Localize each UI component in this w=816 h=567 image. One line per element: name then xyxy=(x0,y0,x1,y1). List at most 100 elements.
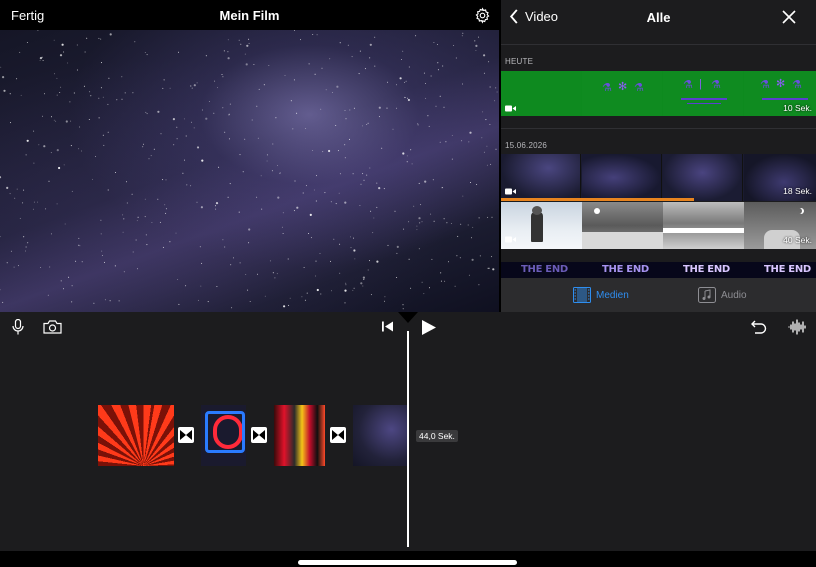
undo-icon[interactable] xyxy=(751,319,767,335)
star xyxy=(227,39,229,41)
star xyxy=(276,273,278,275)
star xyxy=(349,138,350,140)
star xyxy=(172,118,175,121)
tab-media[interactable]: Medien xyxy=(573,287,629,303)
video-preview[interactable] xyxy=(0,30,499,312)
star xyxy=(366,124,368,125)
person-figure xyxy=(531,212,543,242)
star xyxy=(489,86,491,88)
star xyxy=(331,290,332,292)
star xyxy=(23,189,25,191)
gear-icon[interactable] xyxy=(474,7,491,24)
timeline-clip-red-lights[interactable] xyxy=(98,405,174,466)
star xyxy=(284,75,286,76)
star xyxy=(362,125,363,127)
star xyxy=(257,137,259,139)
star xyxy=(396,245,399,248)
star xyxy=(185,285,187,287)
star xyxy=(248,38,250,40)
star xyxy=(312,34,314,35)
star xyxy=(442,65,444,67)
playhead-line[interactable] xyxy=(407,331,409,547)
star xyxy=(244,53,246,55)
star xyxy=(162,179,164,181)
star xyxy=(238,39,240,41)
star xyxy=(33,201,35,203)
audio-waveform-icon[interactable] xyxy=(788,319,806,335)
star xyxy=(492,268,495,271)
home-indicator[interactable] xyxy=(298,560,517,565)
play-icon[interactable] xyxy=(422,320,436,335)
star xyxy=(328,149,331,153)
star xyxy=(378,187,381,190)
star xyxy=(14,197,16,199)
flask-icon: ⚗ xyxy=(792,79,802,91)
clip-the-end[interactable]: THE END THE END THE END THE END xyxy=(501,262,816,278)
star xyxy=(116,99,118,101)
star xyxy=(369,43,372,46)
moon-shape xyxy=(796,208,802,214)
camera-icon[interactable] xyxy=(43,320,62,334)
timeline-clip-city-signs[interactable] xyxy=(274,405,325,466)
transition-button[interactable] xyxy=(330,427,346,443)
star xyxy=(485,119,487,121)
skip-to-start-icon[interactable] xyxy=(382,321,393,332)
transition-button[interactable] xyxy=(251,427,267,443)
star xyxy=(104,261,105,263)
star xyxy=(197,299,199,301)
star xyxy=(344,144,346,146)
star xyxy=(345,282,347,284)
star xyxy=(461,140,463,142)
star xyxy=(366,174,368,176)
star xyxy=(296,206,299,209)
star xyxy=(76,69,78,71)
star xyxy=(443,218,445,220)
video-camera-icon xyxy=(505,105,516,112)
close-icon[interactable] xyxy=(782,10,796,24)
star xyxy=(429,287,430,289)
star xyxy=(440,272,442,274)
star xyxy=(145,111,147,113)
star xyxy=(481,137,483,139)
star xyxy=(25,246,27,248)
timeline-clip-neon-sign[interactable] xyxy=(201,405,246,466)
star xyxy=(408,258,410,260)
star xyxy=(424,180,427,183)
star xyxy=(272,272,274,274)
star xyxy=(401,59,402,60)
star xyxy=(437,62,439,64)
star xyxy=(475,44,478,47)
star xyxy=(288,304,290,306)
star xyxy=(387,81,388,83)
clip-duration: 10 Sek. xyxy=(783,103,812,113)
star xyxy=(266,154,268,156)
sun-shape xyxy=(594,208,600,214)
star xyxy=(308,233,310,234)
star xyxy=(437,69,439,71)
star xyxy=(314,73,316,75)
star xyxy=(339,272,341,274)
star xyxy=(124,92,126,94)
transition-button[interactable] xyxy=(178,427,194,443)
clip-green-screen[interactable]: ⚗ ✻ ⚗ ⚗ | ⚗ ⚗ ✻ ⚗ 10 Sek. xyxy=(501,71,816,116)
star xyxy=(78,148,80,150)
tab-audio[interactable]: Audio xyxy=(698,287,747,303)
timeline-clip-milky-way[interactable] xyxy=(353,405,408,466)
star xyxy=(245,274,247,275)
star xyxy=(162,87,164,89)
film-icon xyxy=(573,287,591,303)
star xyxy=(98,97,100,99)
clip-milky-way[interactable]: 18 Sek. xyxy=(501,154,816,201)
star xyxy=(467,224,469,226)
star xyxy=(177,279,179,280)
divider-line-icon: | xyxy=(699,78,702,90)
star xyxy=(260,175,262,177)
clip-snow-beach[interactable]: 40 Sek. xyxy=(501,202,816,249)
microphone-icon[interactable] xyxy=(12,319,24,335)
star xyxy=(408,66,410,68)
star xyxy=(157,110,160,113)
media-filter-title: Alle xyxy=(646,10,671,25)
star xyxy=(150,155,152,157)
star xyxy=(347,44,349,46)
star xyxy=(193,127,195,129)
